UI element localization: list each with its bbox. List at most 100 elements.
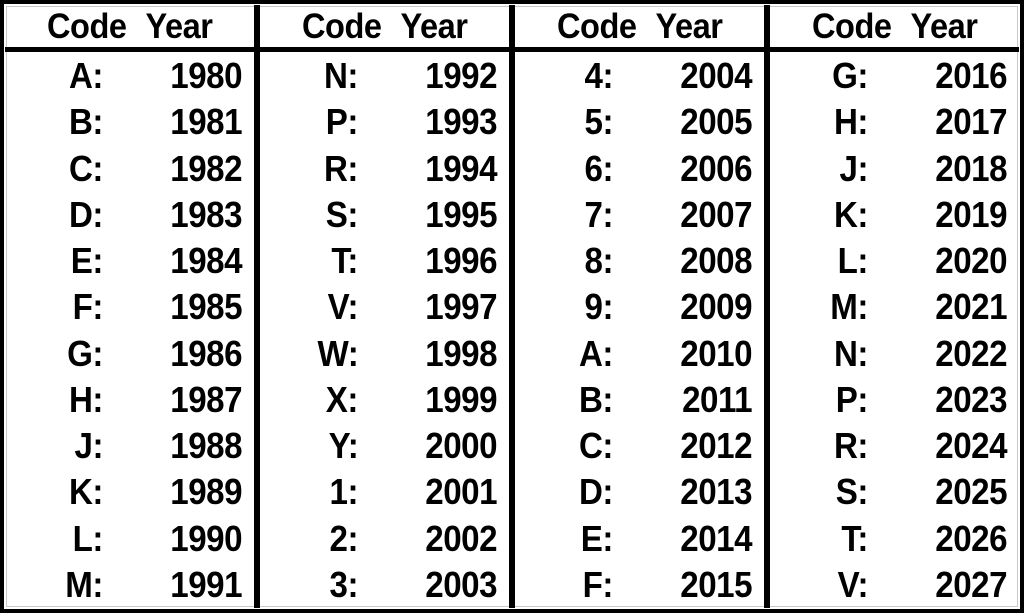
cell-code: S: xyxy=(770,474,874,510)
table-row: M: 1991 xyxy=(5,562,254,608)
cell-code: B: xyxy=(5,104,109,140)
cell-code: L: xyxy=(5,520,109,557)
cell-code: T: xyxy=(260,243,364,279)
table-row: 3: 2003 xyxy=(260,562,509,608)
table-row: C: 1982 xyxy=(5,146,254,192)
cell-year: 1988 xyxy=(109,428,242,464)
column-group-1: A: 1980 B: 1981 C: 1982 D: 1983 E: 1984 F: 1985 G: 19… xyxy=(5,52,254,608)
cell-year: 1998 xyxy=(364,332,497,374)
year-value: 1986 xyxy=(170,332,242,374)
cell-year: 2027 xyxy=(874,563,1007,605)
table-row: T: 1996 xyxy=(260,238,509,284)
cell-year: 1986 xyxy=(109,332,242,374)
cell-code: B: xyxy=(515,381,619,418)
year-value: 1994 xyxy=(425,147,497,189)
column-body-2: N: 1992 P: 1993 R: 1994 S: 1995 T: 1996 V: 1997 W: 19… xyxy=(260,52,509,608)
header-year-label-3: Year xyxy=(655,6,723,46)
table-row: P: 1993 xyxy=(260,99,509,145)
table-row: L: 1990 xyxy=(5,516,254,562)
table-row: 9: 2009 xyxy=(515,284,764,330)
header-cell-group-2: Code Year xyxy=(260,5,509,47)
code-value: 9: xyxy=(584,286,614,328)
cell-year: 1999 xyxy=(364,381,497,418)
cell-year: 2023 xyxy=(874,381,1007,418)
code-value: V: xyxy=(327,286,359,328)
table-row: E: 1984 xyxy=(5,238,254,284)
cell-code: 9: xyxy=(515,289,619,325)
year-value: 2002 xyxy=(425,517,497,559)
code-value: D: xyxy=(579,471,614,513)
table-row: S: 2025 xyxy=(770,469,1019,515)
cell-code: F: xyxy=(5,289,109,325)
cell-code: W: xyxy=(260,335,364,372)
cell-code: G: xyxy=(5,332,109,374)
year-value: 2024 xyxy=(935,425,1007,467)
code-value: S: xyxy=(326,193,359,235)
header-code-label-2: Code xyxy=(301,6,382,46)
cell-year: 2025 xyxy=(874,474,1007,510)
header-cell-group-4: Code Year xyxy=(770,5,1019,47)
cell-year: 2012 xyxy=(619,428,752,464)
cell-year: 2006 xyxy=(619,150,752,187)
header-year-label-2: Year xyxy=(400,6,468,46)
table-row: H: 2017 xyxy=(770,99,1019,145)
year-value: 2016 xyxy=(935,55,1007,97)
code-value: A: xyxy=(69,55,104,97)
table-row: L: 2020 xyxy=(770,238,1019,284)
table-row: B: 1981 xyxy=(5,99,254,145)
code-year-table: Code Year Code Year Code Year Code Year … xyxy=(5,5,1019,608)
cell-year: 1987 xyxy=(109,381,242,418)
year-value: 2025 xyxy=(935,471,1007,513)
year-value: 2003 xyxy=(425,563,497,605)
table-body: A: 1980 B: 1981 C: 1982 D: 1983 E: 1984 F: 1985 G: 19… xyxy=(5,52,1019,608)
table-row: S: 1995 xyxy=(260,192,509,238)
cell-code: T: xyxy=(770,517,874,559)
table-row: K: 1989 xyxy=(5,469,254,515)
cell-year: 1996 xyxy=(364,243,497,279)
code-value: 2: xyxy=(329,517,359,559)
cell-code: X: xyxy=(260,381,364,418)
cell-year: 2003 xyxy=(364,563,497,605)
cell-code: K: xyxy=(770,196,874,233)
table-row: 7: 2007 xyxy=(515,192,764,238)
code-value: G: xyxy=(67,332,104,374)
table-row: T: 2026 xyxy=(770,516,1019,562)
table-row: 8: 2008 xyxy=(515,238,764,284)
cell-code: R: xyxy=(260,150,364,187)
header-group-2: Code Year xyxy=(254,5,509,47)
code-value: B: xyxy=(69,101,104,143)
code-value: J: xyxy=(74,425,104,467)
cell-year: 2001 xyxy=(364,474,497,510)
year-value: 2027 xyxy=(935,563,1007,605)
cell-code: G: xyxy=(770,58,874,94)
cell-code: H: xyxy=(770,104,874,140)
cell-year: 2011 xyxy=(619,381,752,418)
cell-year: 1992 xyxy=(364,58,497,94)
year-value: 1998 xyxy=(425,332,497,374)
code-value: C: xyxy=(579,425,614,467)
year-value: 2026 xyxy=(935,517,1007,559)
cell-code: E: xyxy=(5,243,109,279)
cell-code: N: xyxy=(770,335,874,372)
code-value: J: xyxy=(839,147,869,189)
table-row: 1: 2001 xyxy=(260,469,509,515)
cell-code: 1: xyxy=(260,474,364,510)
code-value: A: xyxy=(579,332,614,374)
table-row: N: 1992 xyxy=(260,53,509,99)
column-body-3: 4: 2004 5: 2005 6: 2006 7: 2007 8: 2008 9: 2009 A: 20… xyxy=(515,52,764,608)
table-row: D: 2013 xyxy=(515,469,764,515)
cell-code: P: xyxy=(770,381,874,418)
code-value: E: xyxy=(581,517,614,559)
code-value: M: xyxy=(65,563,104,605)
header-cell-group-1: Code Year xyxy=(5,5,254,47)
cell-code: E: xyxy=(515,517,619,559)
year-value: 2008 xyxy=(680,240,752,282)
code-value: T: xyxy=(841,517,869,559)
header-cell-group-3: Code Year xyxy=(515,5,764,47)
table-row: F: 1985 xyxy=(5,284,254,330)
cell-code: V: xyxy=(770,566,874,603)
cell-year: 2005 xyxy=(619,104,752,140)
year-value: 2020 xyxy=(935,240,1007,282)
cell-year: 1985 xyxy=(109,289,242,325)
code-value: 3: xyxy=(329,563,359,605)
